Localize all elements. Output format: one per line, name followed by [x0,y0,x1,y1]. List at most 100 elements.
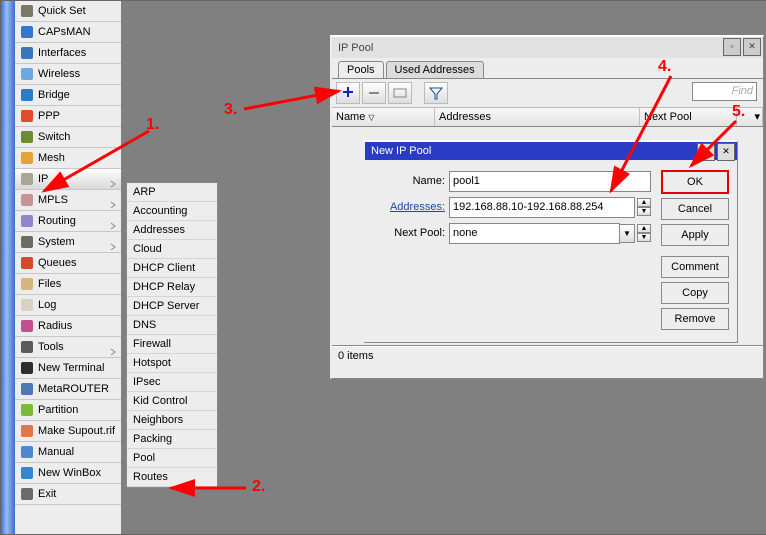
addresses-field[interactable] [449,197,635,218]
status-bar: 0 items [332,346,763,365]
remove-button[interactable] [362,82,386,104]
submenu-item-dns[interactable]: DNS [127,316,217,335]
sidebar-item-quick-set[interactable]: Quick Set [15,1,121,22]
filter-button[interactable] [424,82,448,104]
sidebar-item-bridge[interactable]: Bridge [15,85,121,106]
annotation-4: 4. [658,58,671,76]
submenu-item-addresses[interactable]: Addresses [127,221,217,240]
submenu-item-routes[interactable]: Routes [127,468,217,487]
sidebar-item-label: Switch [38,127,121,147]
submenu-item-dhcp-server[interactable]: DHCP Server [127,297,217,316]
tools-icon [19,339,35,355]
ip-submenu: ARPAccountingAddressesCloudDHCP ClientDH… [126,182,218,488]
sidebar-item-label: MPLS [38,190,109,210]
manual-icon [19,444,35,460]
routing-icon [19,213,35,229]
column-next-pool[interactable]: Next Pool [640,108,737,126]
sidebar-item-label: Files [38,274,121,294]
annotation-2: 2. [252,478,265,496]
sidebar-item-routing[interactable]: Routing [15,211,121,232]
ok-button[interactable]: OK [661,170,729,194]
submenu-item-dhcp-client[interactable]: DHCP Client [127,259,217,278]
sidebar-item-ppp[interactable]: PPP [15,106,121,127]
sidebar-item-ip[interactable]: IP [15,169,121,190]
sidebar-item-new-terminal[interactable]: New Terminal [15,358,121,379]
interfaces-icon [19,45,35,61]
sidebar-item-label: Make Supout.rif [38,421,121,441]
sidebar-item-queues[interactable]: Queues [15,253,121,274]
next-pool-field[interactable] [449,223,620,244]
sidebar-item-label: Queues [38,253,121,273]
chevron-right-icon [109,343,117,351]
tab-pools[interactable]: Pools [338,61,384,78]
sidebar-item-files[interactable]: Files [15,274,121,295]
sidebar-item-exit[interactable]: Exit [15,484,121,505]
sidebar-item-tools[interactable]: Tools [15,337,121,358]
router-icon [19,381,35,397]
submenu-item-pool[interactable]: Pool [127,449,217,468]
submenu-item-dhcp-relay[interactable]: DHCP Relay [127,278,217,297]
switch-icon [19,129,35,145]
submenu-item-neighbors[interactable]: Neighbors [127,411,217,430]
sidebar-item-new-winbox[interactable]: New WinBox [15,463,121,484]
sidebar-item-wireless[interactable]: Wireless [15,64,121,85]
terminal-icon [19,360,35,376]
next-pool-stepper[interactable]: ▲▼ [637,224,651,242]
addresses-label[interactable]: Addresses: [373,201,445,213]
submenu-item-hotspot[interactable]: Hotspot [127,354,217,373]
name-field[interactable] [449,171,651,192]
ip-badge-icon [19,171,35,187]
minimize-button[interactable]: ▫ [723,38,741,56]
dialog-minimize-button[interactable]: ▫ [697,143,715,161]
exit-icon [19,486,35,502]
copy-button[interactable]: Copy [661,282,729,304]
sidebar-item-label: System [38,232,109,252]
sidebar-item-partition[interactable]: Partition [15,400,121,421]
add-button[interactable] [336,82,360,104]
dialog-close-button[interactable]: ✕ [717,143,735,161]
sidebar-item-interfaces[interactable]: Interfaces [15,43,121,64]
tab-used-addresses[interactable]: Used Addresses [386,61,484,78]
comment-button[interactable]: Comment [661,256,729,278]
sidebar-item-label: Mesh [38,148,121,168]
sidebar-accent [1,1,15,534]
sidebar-item-make-supout-rif[interactable]: Make Supout.rif [15,421,121,442]
remove-button[interactable]: Remove [661,308,729,330]
sidebar-item-radius[interactable]: Radius [15,316,121,337]
chevron-right-icon [109,196,117,204]
sidebar-item-mesh[interactable]: Mesh [15,148,121,169]
next-pool-dropdown[interactable]: ▼ [620,224,635,243]
sidebar-item-switch[interactable]: Switch [15,127,121,148]
sidebar-item-label: PPP [38,106,121,126]
window-title: IP Pool ▫ ✕ [332,37,763,58]
sidebar-item-label: Bridge [38,85,121,105]
sidebar-item-label: Quick Set [38,1,121,21]
sidebar-item-metarouter[interactable]: MetaROUTER [15,379,121,400]
sidebar-item-mpls[interactable]: MPLS [15,190,121,211]
sidebar-item-manual[interactable]: Manual [15,442,121,463]
addresses-stepper[interactable]: ▲▼ [637,198,651,216]
sidebar-item-label: New Terminal [38,358,121,378]
submenu-item-kid-control[interactable]: Kid Control [127,392,217,411]
submenu-item-accounting[interactable]: Accounting [127,202,217,221]
winbox-icon [19,465,35,481]
open-button[interactable] [388,82,412,104]
mesh-icon [19,150,35,166]
submenu-item-firewall[interactable]: Firewall [127,335,217,354]
sidebar-item-label: Exit [38,484,121,504]
close-button[interactable]: ✕ [743,38,761,56]
antenna-icon [19,24,35,40]
submenu-item-ipsec[interactable]: IPsec [127,373,217,392]
submenu-item-packing[interactable]: Packing [127,430,217,449]
apply-button[interactable]: Apply [661,224,729,246]
cancel-button[interactable]: Cancel [661,198,729,220]
sidebar-item-log[interactable]: Log [15,295,121,316]
submenu-item-cloud[interactable]: Cloud [127,240,217,259]
column-addresses[interactable]: Addresses [435,108,640,126]
column-name[interactable]: Name ▽ [332,108,435,126]
sidebar-item-label: New WinBox [38,463,121,483]
find-input[interactable]: Find [692,82,757,101]
sidebar-item-system[interactable]: System [15,232,121,253]
sidebar-item-capsman[interactable]: CAPsMAN [15,22,121,43]
submenu-item-arp[interactable]: ARP [127,183,217,202]
